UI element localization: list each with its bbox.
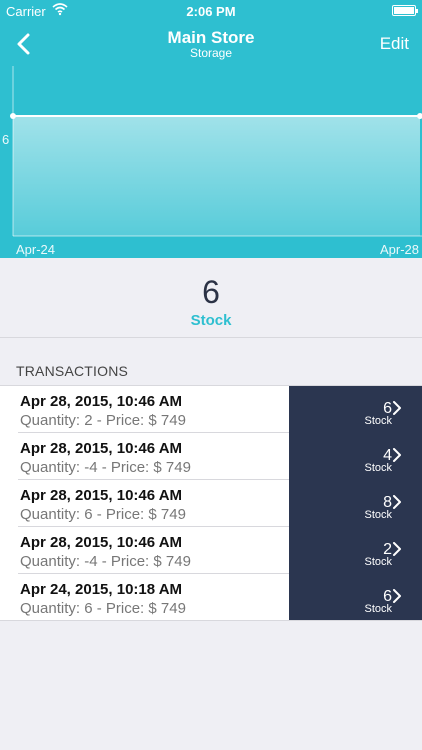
transaction-stock-cell[interactable]: 4 Stock	[289, 433, 422, 480]
transaction-stock-unit: Stock	[364, 509, 392, 521]
transaction-row[interactable]: Apr 24, 2015, 10:18 AM Quantity: 6 - Pric…	[0, 574, 422, 621]
transaction-detail: Quantity: -4 - Price: $ 749	[20, 553, 191, 570]
status-bar: Carrier 2:06 PM	[0, 0, 422, 22]
transaction-stock-unit: Stock	[364, 556, 392, 568]
x-tick-label-end: Apr-28	[380, 242, 419, 257]
chevron-right-icon	[393, 448, 401, 462]
transaction-row[interactable]: Apr 28, 2015, 10:46 AM Quantity: -4 - Pri…	[0, 527, 422, 574]
transaction-row[interactable]: Apr 28, 2015, 10:46 AM Quantity: 6 - Pric…	[0, 480, 422, 527]
transactions-list: Apr 28, 2015, 10:46 AM Quantity: 2 - Pric…	[0, 385, 422, 621]
transaction-detail: Quantity: 6 - Price: $ 749	[20, 506, 186, 523]
transaction-row[interactable]: Apr 28, 2015, 10:46 AM Quantity: 2 - Pric…	[0, 386, 422, 433]
transaction-date: Apr 28, 2015, 10:46 AM	[20, 393, 183, 410]
chevron-right-icon	[393, 495, 401, 509]
page-title: Main Store	[167, 28, 255, 47]
transaction-stock-cell[interactable]: 8 Stock	[289, 480, 422, 527]
row-divider	[0, 620, 422, 621]
transaction-stock-cell[interactable]: 6 Stock	[289, 574, 422, 621]
transaction-detail: Quantity: 2 - Price: $ 749	[20, 412, 186, 429]
chevron-right-icon	[393, 542, 401, 556]
stock-label: Stock	[190, 312, 232, 329]
transaction-date: Apr 24, 2015, 10:18 AM	[20, 581, 183, 598]
transactions-header: TRANSACTIONS	[16, 363, 129, 379]
x-tick-label-start: Apr-24	[16, 242, 55, 257]
battery-icon	[392, 5, 418, 16]
edit-button[interactable]: Edit	[380, 34, 409, 54]
chevron-right-icon	[393, 401, 401, 415]
transaction-date: Apr 28, 2015, 10:46 AM	[20, 440, 183, 457]
y-tick-label: 6	[2, 132, 9, 147]
navigation-bar: Main Store Storage Edit	[0, 22, 422, 66]
transaction-date: Apr 28, 2015, 10:46 AM	[20, 487, 183, 504]
page-subtitle: Storage	[189, 46, 233, 60]
transaction-stock-cell[interactable]: 2 Stock	[289, 527, 422, 574]
transaction-detail: Quantity: -4 - Price: $ 749	[20, 459, 191, 476]
chevron-right-icon	[393, 589, 401, 603]
stock-chart: 6 Apr-24 Apr-28	[0, 66, 422, 258]
transaction-row[interactable]: Apr 28, 2015, 10:46 AM Quantity: -4 - Pri…	[0, 433, 422, 480]
stock-value: 6	[202, 274, 220, 310]
transaction-stock-unit: Stock	[364, 415, 392, 427]
transaction-stock-unit: Stock	[364, 603, 392, 615]
data-point-start	[10, 113, 16, 119]
header: Carrier 2:06 PM Main Store Storage Edit	[0, 0, 422, 258]
transaction-date: Apr 28, 2015, 10:46 AM	[20, 534, 183, 551]
clock: 2:06 PM	[186, 4, 236, 19]
transaction-detail: Quantity: 6 - Price: $ 749	[20, 600, 186, 617]
transaction-stock-unit: Stock	[364, 462, 392, 474]
stock-summary: 6 Stock	[0, 258, 422, 338]
area-fill	[13, 116, 420, 236]
transaction-stock-cell[interactable]: 6 Stock	[289, 386, 422, 433]
